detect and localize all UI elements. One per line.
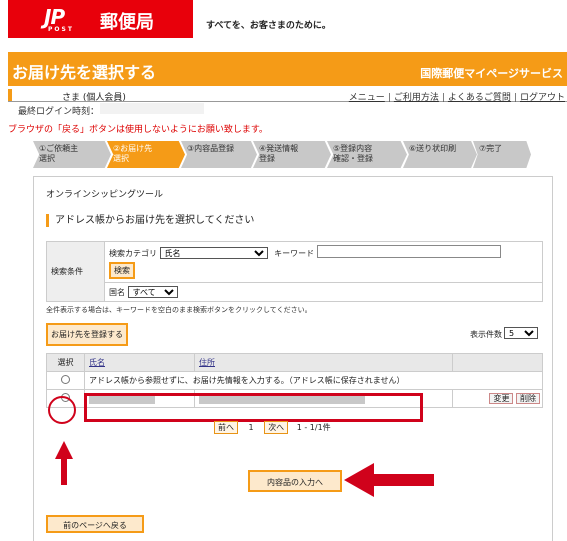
nav-menu-link[interactable]: メニュー <box>349 93 385 103</box>
top-header: JP POST 郵便局 すべてを、お客さまのために。 <box>0 0 567 42</box>
tagline: すべてを、お客さまのために。 <box>206 21 331 31</box>
col-address: 住所 <box>194 353 453 372</box>
red-arrow-left-icon <box>344 463 434 497</box>
current-page: 1 <box>248 423 254 432</box>
japan-post-logo[interactable]: JP POST 郵便局 <box>8 0 193 38</box>
red-arrow-up-icon <box>55 441 73 485</box>
category-label: 検索カテゴリ <box>109 249 157 258</box>
no-addressbook-radio[interactable] <box>61 375 70 384</box>
display-count-select[interactable]: 5 <box>504 327 538 339</box>
page-title: お届け先を選択する <box>12 63 157 82</box>
last-login-label: 最終ログイン時刻： <box>18 107 100 117</box>
next-to-contents-button[interactable]: 内容品の入力へ <box>248 470 342 492</box>
nav-logout-link[interactable]: ログアウト <box>520 93 565 103</box>
country-label: 国名 <box>109 288 125 297</box>
search-row: 検索カテゴリ 氏名 キーワード 検索 <box>104 241 543 283</box>
step-3: ③内容品登録 <box>181 141 257 168</box>
sort-by-name-link[interactable]: 氏名 <box>89 358 105 367</box>
nav-faq-link[interactable]: よくあるご質問 <box>448 93 511 103</box>
step-6: ⑥送り状印刷 <box>403 141 477 168</box>
highlight-circle <box>48 396 76 424</box>
user-accent-bar <box>8 89 12 101</box>
keyword-input[interactable] <box>316 245 501 258</box>
page-title-bar: お届け先を選択する 国際郵便マイページサービス <box>8 52 567 86</box>
col-name: 氏名 <box>84 353 195 372</box>
step-5: ⑤登録内容 確認・登録 <box>327 141 407 168</box>
table-row: アドレス帳から参照せずに、お届け先情報を入力する。（アドレス帳に保存されません） <box>46 371 543 390</box>
country-select[interactable]: すべて <box>127 286 178 298</box>
panel-title: オンラインシッピングツール <box>46 190 164 200</box>
table-header: 選択 氏名 住所 <box>46 353 543 372</box>
address-actions-cell: 変更 削除 <box>452 389 543 408</box>
edit-button[interactable]: 変更 <box>489 393 514 404</box>
no-addressbook-label: アドレス帳から参照せずに、お届け先情報を入力する。（アドレス帳に保存されません） <box>84 371 543 390</box>
next-page-button[interactable]: 次へ <box>264 421 289 434</box>
prev-page-button[interactable]: 前へ <box>214 421 238 434</box>
keyword-label: キーワード <box>274 249 315 258</box>
search-conditions-label: 検索条件 <box>46 241 105 302</box>
search-conditions: 検索条件 検索カテゴリ 氏名 キーワード 検索 国名 すべて <box>46 241 543 302</box>
nav-usage-link[interactable]: ご利用方法 <box>394 93 439 103</box>
back-button[interactable]: 前のページへ戻る <box>46 515 144 533</box>
user-name-suffix: さま (個人会員) <box>62 93 126 103</box>
search-button[interactable]: 検索 <box>109 262 135 279</box>
no-addressbook-radio-cell <box>46 371 85 390</box>
user-info-row: さま (個人会員) メニュー | ご利用方法 | よくあるご質問 | ログアウト <box>8 89 567 103</box>
progress-steps: ①ご依頼主 選択 ②お届け先 選択 ③内容品登録 ④発送情報 登録 ⑤登録内容 確認・登… <box>33 141 553 168</box>
search-hint: 全件表示する場合は、キーワードを空白のまま検索ボタンをクリックしてください。 <box>46 306 312 314</box>
step-4: ④発送情報 登録 <box>253 141 331 168</box>
logo-name: 郵便局 <box>100 12 154 33</box>
service-name: 国際郵便マイページサービス <box>420 67 563 80</box>
logo-post-text: POST <box>48 26 74 33</box>
highlight-rectangle <box>84 393 423 422</box>
country-row: 国名 すべて <box>104 282 543 302</box>
global-nav: メニュー | ご利用方法 | よくあるご質問 | ログアウト <box>348 93 565 103</box>
step-7: ⑦完了 <box>473 141 531 168</box>
display-count-label: 表示件数 <box>470 330 502 339</box>
step-2: ②お届け先 選択 <box>107 141 185 168</box>
col-select: 選択 <box>46 353 85 372</box>
section-title: アドレス帳からお届け先を選択してください <box>46 214 254 227</box>
register-address-button[interactable]: お届け先を登録する <box>46 323 128 346</box>
col-actions <box>452 353 543 372</box>
main-panel: オンラインシッピングツール アドレス帳からお届け先を選択してください 検索条件 … <box>33 176 553 541</box>
category-select[interactable]: 氏名 <box>159 247 268 259</box>
last-login-value <box>100 103 204 114</box>
sort-by-address-link[interactable]: 住所 <box>199 358 215 367</box>
delete-button[interactable]: 削除 <box>516 393 540 404</box>
back-button-warning: ブラウザの「戻る」ボタンは使用しないようにお願い致します。 <box>8 125 268 135</box>
step-1: ①ご依頼主 選択 <box>33 141 111 168</box>
page-range: 1 - 1/1件 <box>296 423 331 432</box>
pagination: 前へ 1 次へ 1 - 1/1件 <box>214 421 331 434</box>
